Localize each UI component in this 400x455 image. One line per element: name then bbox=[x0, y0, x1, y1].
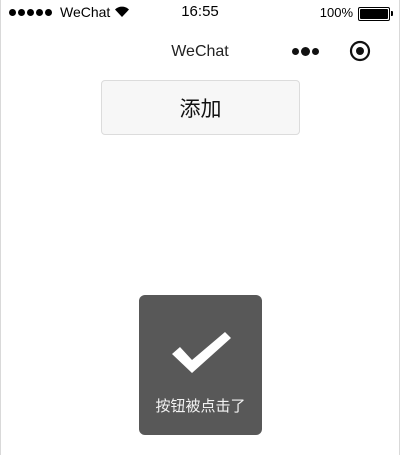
add-button-label: 添加 bbox=[179, 96, 222, 121]
battery-percent: 100% bbox=[319, 5, 353, 20]
navigation-bar: WeChat bbox=[0, 26, 400, 78]
checkmark-icon bbox=[168, 328, 234, 378]
add-button[interactable]: 添加 bbox=[101, 80, 300, 135]
page-title: WeChat bbox=[171, 43, 229, 60]
battery-icon bbox=[358, 7, 393, 21]
toast-message: 按钮被点击了 bbox=[155, 397, 246, 415]
target-close-icon[interactable] bbox=[349, 40, 371, 62]
status-bar: WeChat 16:55 100% bbox=[0, 0, 400, 26]
success-toast: 按钮被点击了 bbox=[139, 295, 262, 435]
more-dots-icon[interactable] bbox=[292, 47, 319, 56]
